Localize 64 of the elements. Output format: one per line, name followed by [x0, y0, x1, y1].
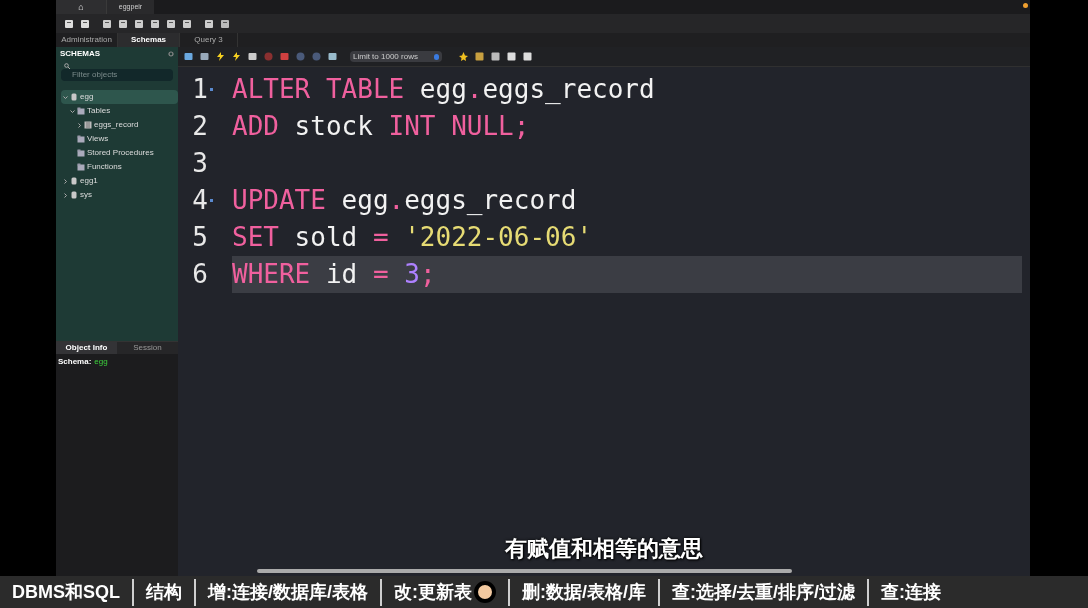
- tab[interactable]: Object Info: [56, 342, 117, 354]
- settings-icon[interactable]: [168, 50, 174, 57]
- line-number: 2: [191, 110, 208, 143]
- chevron-icon[interactable]: [63, 192, 68, 198]
- search-field[interactable]: Filter objects: [61, 69, 173, 81]
- tree-item[interactable]: egg1: [80, 175, 98, 187]
- line-number: 5: [191, 221, 208, 254]
- toolbar-icon[interactable]: [150, 18, 160, 29]
- chapter-label[interactable]: 删:数据/表格/库: [522, 578, 646, 606]
- chevron-icon[interactable]: [70, 108, 75, 114]
- limit-dropdown[interactable]: Limit to 1000 rows: [350, 51, 442, 62]
- tree-item[interactable]: Functions: [87, 161, 122, 173]
- chevron-icon[interactable]: [63, 94, 68, 100]
- tree-item[interactable]: egg: [61, 90, 178, 104]
- search-icon: [64, 63, 70, 69]
- line-number: 6: [191, 258, 208, 291]
- tree-item[interactable]: sys: [80, 189, 92, 201]
- fold-marker-icon[interactable]: [210, 199, 213, 202]
- chapter-label[interactable]: 增:连接/数据库/表格: [208, 578, 368, 606]
- home-tab[interactable]: ⌂: [56, 0, 106, 14]
- toolbar-icon[interactable]: [80, 18, 90, 29]
- table-icon: [84, 121, 92, 129]
- line-number: 1: [191, 73, 208, 106]
- toolbar-icon[interactable]: [220, 18, 230, 29]
- horizontal-scrollbar[interactable]: [256, 569, 792, 573]
- chapter-label[interactable]: 查:连接: [881, 578, 941, 606]
- subtitle: 有赋值和相等的意思: [505, 535, 703, 563]
- folder-icon: [77, 135, 85, 143]
- toolbar-icon[interactable]: [459, 52, 468, 61]
- tree-item[interactable]: Tables: [87, 105, 111, 117]
- toolbar-icon[interactable]: [182, 18, 192, 29]
- chapter-label[interactable]: DBMS和SQL: [12, 578, 120, 606]
- fold-marker-icon[interactable]: [210, 88, 213, 91]
- folder-icon: [77, 163, 85, 171]
- chevron-icon[interactable]: [77, 122, 82, 128]
- line-number: 3: [191, 147, 208, 180]
- folder-icon: [77, 149, 85, 157]
- database-icon: [70, 93, 78, 101]
- folder-icon: [77, 107, 85, 115]
- toolbar-icon[interactable]: [134, 18, 144, 29]
- sidebar-title: SCHEMAS: [60, 47, 100, 60]
- chapter-label[interactable]: 改:更新表: [394, 578, 472, 606]
- code-line: ALTER TABLE egg.eggs_record: [232, 73, 656, 106]
- info-value: egg: [94, 356, 108, 368]
- playhead-icon[interactable]: [474, 581, 496, 603]
- code-line: UPDATE egg.eggs_record: [232, 184, 578, 217]
- toolbar-icon[interactable]: [166, 18, 176, 29]
- tab[interactable]: Session: [117, 342, 178, 354]
- chapter-label[interactable]: 查:选择/去重/排序/过滤: [672, 578, 855, 606]
- line-number: 4: [191, 184, 208, 217]
- code-line: SET sold = '2022-06-06': [232, 221, 594, 254]
- toolbar-icon[interactable]: [64, 18, 74, 29]
- tab[interactable]: Schemas: [118, 33, 180, 47]
- tree-item[interactable]: Views: [87, 133, 109, 145]
- toolbar-icon[interactable]: [118, 18, 128, 29]
- chevron-icon[interactable]: [63, 178, 68, 184]
- tree-item[interactable]: eggs_record: [94, 119, 139, 131]
- tree-item[interactable]: Stored Procedures: [87, 147, 154, 159]
- info-label: Schema:: [58, 356, 92, 368]
- chapter-label[interactable]: 结构: [146, 578, 182, 606]
- toolbar-icon[interactable]: [204, 18, 214, 29]
- toolbar-icon[interactable]: [102, 18, 112, 29]
- code-line: ADD stock INT NULL;: [232, 110, 531, 143]
- dropdown-icon: [434, 53, 439, 60]
